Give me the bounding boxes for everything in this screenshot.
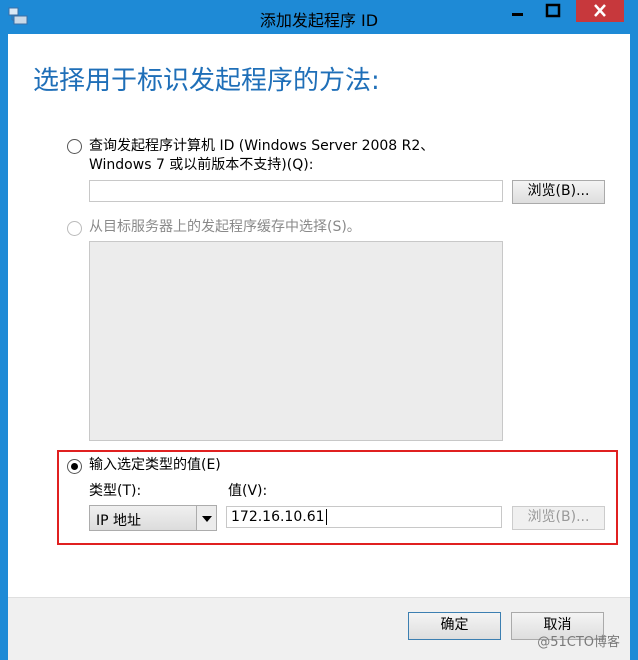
initiator-cache-list[interactable] [89,241,503,441]
title-bar[interactable]: 添加发起程序 ID [0,0,638,34]
type-label: 类型(T): [89,483,142,499]
close-icon [576,4,624,26]
enter-value-radio[interactable] [67,459,82,474]
value-input[interactable]: 172.16.10.61 [226,506,502,528]
chevron-down-icon[interactable] [196,506,216,530]
query-id-input[interactable] [89,180,503,202]
query-id-label-line2: Windows 7 或以前版本不支持)(Q): [89,157,314,173]
ok-button[interactable]: 确定 [408,612,501,640]
watermark: @51CTO博客 [537,635,620,650]
text-cursor [325,509,327,525]
minimize-button[interactable] [502,0,532,22]
radio-selected-dot [71,463,78,470]
page-heading: 选择用于标识发起程序的方法: [33,66,380,96]
dialog-footer: 确定 取消 @51CTO博客 [8,597,630,660]
value-label: 值(V): [228,483,268,499]
type-select[interactable]: IP 地址 [89,505,217,531]
maximize-icon [538,3,568,26]
dialog-window: 添加发起程序 ID 选择用于标识发起程序的方法: 查询发起程序计算机 ID (W… [0,0,638,660]
query-browse-button[interactable]: 浏览(B)... [512,180,605,204]
query-id-radio[interactable] [67,139,82,154]
enter-value-label: 输入选定类型的值(E) [89,457,221,473]
query-id-label-line1: 查询发起程序计算机 ID (Windows Server 2008 R2、 [89,138,435,154]
cache-select-radio[interactable] [67,221,82,236]
value-input-text: 172.16.10.61 [231,509,325,525]
dialog-content: 选择用于标识发起程序的方法: 查询发起程序计算机 ID (Windows Ser… [8,34,630,597]
close-button[interactable] [576,0,624,22]
cache-select-label: 从目标服务器上的发起程序缓存中选择(S)。 [89,219,361,235]
value-browse-button[interactable]: 浏览(B)... [512,506,605,530]
minimize-icon [502,11,532,26]
type-select-value: IP 地址 [96,513,142,529]
maximize-button[interactable] [538,0,568,22]
